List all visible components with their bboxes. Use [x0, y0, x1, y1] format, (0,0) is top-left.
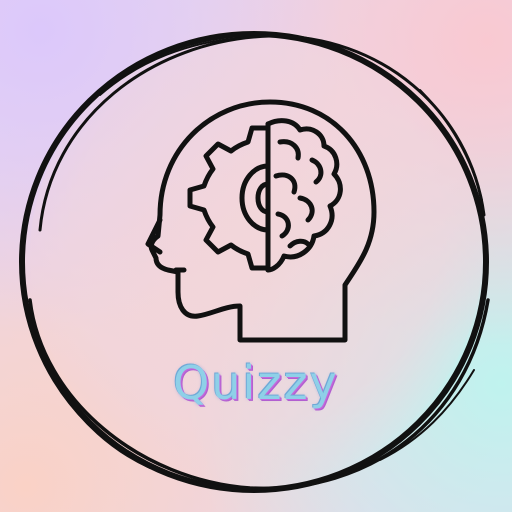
brand-name: Quizzy	[173, 356, 339, 410]
head-gear-brain-icon	[145, 99, 377, 343]
head-outline	[148, 99, 377, 343]
gear-icon	[187, 125, 271, 271]
brain-icon	[265, 118, 343, 273]
logo-artwork	[19, 31, 490, 493]
